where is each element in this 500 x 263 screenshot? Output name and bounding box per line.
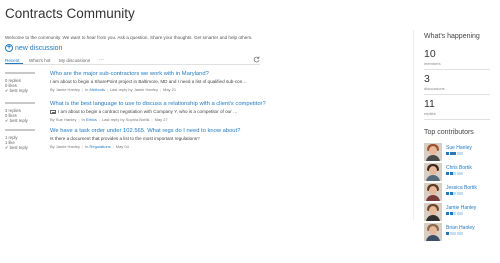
discussion-snippet: Is there a document that provides a list… — [50, 136, 200, 141]
activity-bar — [5, 102, 35, 104]
author-link[interactable]: By Sue Hanley — [50, 117, 76, 122]
author-link[interactable]: By Jamie Hanley — [50, 144, 80, 149]
contributor-name[interactable]: Sue Hanley — [446, 145, 472, 151]
avatar[interactable] — [424, 223, 442, 241]
stat-discussions: 3 discussions — [424, 74, 490, 95]
contributor-name[interactable]: Chris Bortik — [446, 165, 472, 171]
active-tab-indicator — [5, 63, 23, 64]
discussion-tabs: Recent What's hot My discussions … — [5, 56, 260, 65]
page-title: Contracts Community — [5, 6, 135, 21]
best-reply-indicator: ✔ best reply — [5, 118, 28, 123]
whats-happening-title: What's happening — [424, 33, 480, 40]
best-reply-indicator: ✔ best reply — [5, 145, 28, 150]
in-label: In — [81, 117, 85, 122]
tab-my-discussions[interactable]: My discussions — [59, 58, 90, 63]
discussion-item: 1 reply 1 like ✔ best reply We have a ta… — [5, 128, 265, 168]
avatar[interactable] — [424, 143, 442, 161]
last-reply-info[interactable]: Last reply by Sophia Bortik — [102, 117, 150, 122]
contributor-item[interactable]: Sue Hanley — [424, 143, 500, 163]
stat-value: 11 — [424, 98, 435, 110]
welcome-message: Welcome to the community. We want to hea… — [5, 35, 253, 40]
stat-divider — [424, 69, 490, 70]
best-reply-indicator: ✔ best reply — [5, 88, 28, 93]
stat-replies: 11 replies — [424, 99, 490, 120]
contributor-name[interactable]: Jessica Bortik — [446, 185, 477, 191]
activity-bar — [5, 129, 35, 131]
reputation-indicator — [446, 152, 463, 155]
last-reply-info[interactable]: Last reply by Jamie Hanley — [110, 87, 158, 92]
stat-value: 3 — [424, 73, 430, 85]
category-link[interactable]: Ethics — [86, 117, 97, 122]
in-label: In — [85, 144, 89, 149]
plus-circle-icon: + — [5, 44, 13, 52]
reputation-indicator — [446, 172, 463, 175]
stat-divider — [424, 94, 490, 95]
refresh-icon[interactable] — [253, 56, 260, 63]
tab-whats-hot[interactable]: What's hot — [29, 58, 51, 63]
contributor-name[interactable]: Jamie Hanley — [446, 205, 476, 211]
discussion-title-link[interactable]: What is the best language to use to disc… — [50, 101, 266, 107]
contributor-item[interactable]: Jamie Hanley — [424, 203, 500, 223]
discussion-date: May 04 — [115, 144, 129, 149]
new-discussion-button[interactable]: + new discussion — [5, 44, 62, 52]
snippet-text: I am about to begin a contract negotiati… — [58, 109, 238, 114]
author-link[interactable]: By Jamie Hanley — [50, 87, 80, 92]
reputation-indicator — [446, 212, 463, 215]
discussion-title-link[interactable]: Who are the major sub-contractors we wor… — [50, 71, 209, 77]
contributor-item[interactable]: Brian Hanley — [424, 223, 500, 243]
avatar[interactable] — [424, 183, 442, 201]
avatar[interactable] — [424, 203, 442, 221]
discussion-meta: By Sue Hanley | In Ethics | Last reply by So… — [50, 117, 168, 122]
stat-divider — [424, 119, 490, 120]
discussion-meta: By Jamie Hanley | In Methods | Last reply by… — [50, 87, 177, 92]
category-link[interactable]: Methods — [90, 87, 105, 92]
reputation-indicator — [446, 232, 463, 235]
stat-label: replies — [424, 111, 436, 116]
category-link[interactable]: Regulations — [90, 144, 111, 149]
in-label: In — [85, 87, 89, 92]
top-contributors-title: Top contributors — [424, 129, 474, 136]
discussion-snippet: I am about to begin a contract negotiati… — [50, 109, 260, 114]
discussion-meta: By Jamie Hanley | In Regulations | May 04 — [50, 144, 129, 149]
reputation-indicator — [446, 192, 463, 195]
discussion-date: May 21 — [163, 87, 177, 92]
more-tabs-ellipsis[interactable]: … — [99, 56, 104, 62]
discussion-title-link[interactable]: We have a task order under 102.565. What… — [50, 128, 240, 134]
sidebar-divider — [413, 30, 414, 220]
contributor-name[interactable]: Brian Hanley — [446, 225, 475, 231]
contributor-item[interactable]: Chris Bortik — [424, 163, 500, 183]
stat-label: members — [424, 61, 441, 66]
image-icon — [50, 109, 56, 114]
contributor-item[interactable]: Jessica Bortik — [424, 183, 500, 203]
discussion-snippet: I am about to begin a SharePoint project… — [50, 79, 247, 84]
new-discussion-label: new discussion — [15, 44, 63, 52]
stat-label: discussions — [424, 86, 445, 91]
discussion-date: May 27 — [154, 117, 168, 122]
activity-bar — [5, 72, 35, 74]
avatar[interactable] — [424, 163, 442, 181]
stat-members: 10 members — [424, 49, 490, 70]
stat-value: 10 — [424, 48, 436, 60]
